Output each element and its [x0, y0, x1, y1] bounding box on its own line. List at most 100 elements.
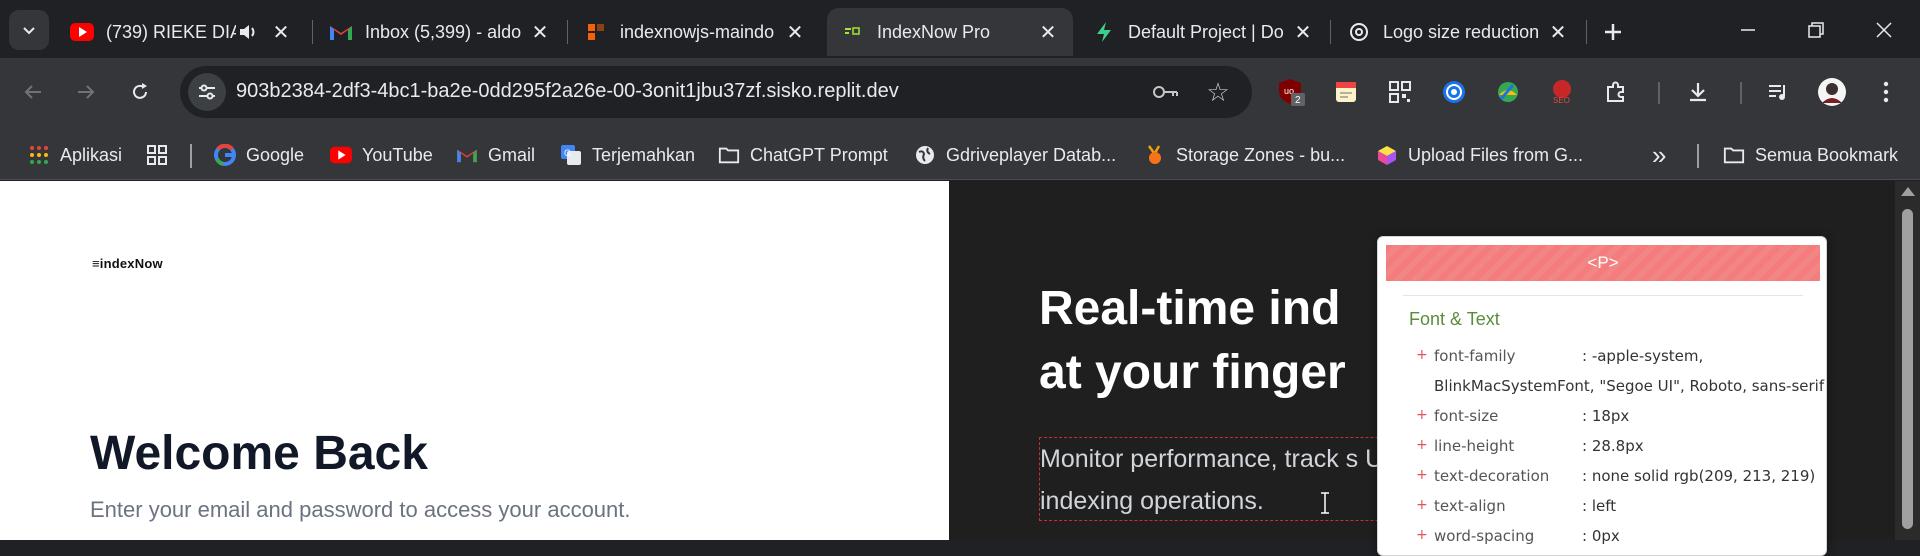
close-window-button[interactable]	[1862, 8, 1906, 52]
svg-text:SEO: SEO	[1553, 96, 1570, 105]
page-scrollbar[interactable]	[1895, 181, 1920, 540]
toolbar-separator	[1658, 82, 1660, 104]
openai-icon	[1347, 20, 1371, 44]
more-bookmarks-button[interactable]: »	[1652, 140, 1666, 170]
speaker-icon[interactable]	[236, 20, 260, 44]
profile-avatar[interactable]	[1816, 76, 1848, 108]
bookmark-label: YouTube	[362, 144, 433, 165]
tab-supabase[interactable]: Default Project | Do ✕	[1078, 8, 1328, 56]
tab-separator	[567, 20, 568, 44]
notes-extension-icon[interactable]	[1330, 76, 1362, 108]
seo-extension-icon[interactable]: SEO	[1546, 76, 1578, 108]
reload-button[interactable]	[120, 72, 160, 112]
page-viewport: ≡indexNow Welcome Back Enter your email …	[0, 181, 1920, 556]
youtube-icon	[70, 20, 94, 44]
expand-plus-icon[interactable]: +	[1416, 467, 1428, 483]
bookmark-label: Semua Bookmark	[1755, 144, 1899, 165]
tab-indexnow-pro[interactable]: IndexNow Pro ✕	[827, 8, 1073, 56]
minimize-button[interactable]	[1726, 8, 1770, 52]
url-text[interactable]: 903b2384-2df3-4bc1-ba2e-0dd295f2a26e-00-…	[236, 80, 899, 103]
arrow-right-icon	[78, 85, 95, 99]
css-property-name: text-align	[1434, 497, 1506, 515]
expand-plus-icon[interactable]: +	[1416, 527, 1428, 543]
tab-title: Logo size reduction	[1383, 21, 1540, 42]
login-panel: ≡indexNow Welcome Back Enter your email …	[0, 181, 949, 540]
welcome-heading: Welcome Back	[90, 427, 428, 480]
inspected-tag-label: <P>	[1386, 245, 1820, 281]
bookmark-chatgpt-prompt[interactable]: ChatGPT Prompt	[718, 140, 888, 170]
bookmark-separator	[1697, 144, 1699, 168]
back-button[interactable]	[13, 72, 53, 112]
close-icon[interactable]: ✕	[1292, 21, 1314, 44]
tab-chatgpt[interactable]: Logo size reduction ✕	[1333, 8, 1583, 56]
close-icon[interactable]: ✕	[1037, 21, 1059, 44]
tab-title: (739) RIEKE DIA	[106, 21, 236, 42]
expand-plus-icon[interactable]: +	[1416, 347, 1428, 363]
all-bookmarks-folder[interactable]: Semua Bookmark	[1723, 140, 1898, 170]
tab-indexnowjs[interactable]: indexnowjs-maindo ✕	[570, 8, 820, 56]
grid-icon	[146, 144, 168, 166]
close-icon[interactable]: ✕	[784, 21, 806, 44]
bookmark-star-icon[interactable]: ☆	[1202, 76, 1234, 108]
tab-gmail[interactable]: Inbox (5,399) - aldo ✕	[315, 8, 565, 56]
tune-icon	[199, 84, 215, 100]
expand-plus-icon[interactable]: +	[1416, 407, 1428, 423]
bookmark-upload-files[interactable]: Upload Files from G...	[1376, 140, 1583, 170]
ublock-extension-icon[interactable]: uo 2	[1276, 76, 1308, 108]
scroll-thumb[interactable]	[1902, 209, 1913, 529]
tab-youtube[interactable]: (739) RIEKE DIA ✕	[56, 8, 306, 56]
bookmark-label: Gdriveplayer Datab...	[946, 144, 1117, 165]
scroll-up-arrow[interactable]	[1901, 187, 1915, 196]
site-info-button[interactable]	[188, 73, 226, 111]
bookmark-gmail[interactable]: Gmail	[456, 140, 535, 170]
indexnow-logo[interactable]: ≡indexNow	[92, 256, 163, 271]
media-control-icon[interactable]	[1762, 76, 1794, 108]
qr-code-extension-icon[interactable]	[1384, 76, 1416, 108]
eye-dropper-extension-icon[interactable]	[1492, 76, 1524, 108]
address-bar[interactable]: 903b2384-2df3-4bc1-ba2e-0dd295f2a26e-00-…	[180, 66, 1252, 118]
bookmarks-bar: Aplikasi Google YouTube Gmail G Terjemah…	[0, 130, 1920, 180]
bookmark-translate[interactable]: G Terjemahkan	[560, 140, 695, 170]
close-icon	[1876, 22, 1892, 38]
extensions-puzzle-icon[interactable]	[1600, 76, 1632, 108]
bunny-icon	[1144, 144, 1166, 166]
chrome-menu-button[interactable]	[1870, 76, 1902, 108]
css-property-value: : 0px	[1582, 527, 1620, 545]
target-extension-icon[interactable]	[1438, 76, 1470, 108]
bookmark-label: Terjemahkan	[592, 144, 696, 165]
bookmark-google[interactable]: Google	[214, 140, 304, 170]
inspector-section-title: Font & Text	[1409, 309, 1500, 329]
translate-icon: G	[560, 144, 582, 166]
restore-icon	[1808, 22, 1824, 38]
folder-icon	[718, 144, 740, 166]
supabase-icon	[1092, 20, 1116, 44]
downloads-icon[interactable]	[1682, 76, 1714, 108]
bookmark-separator	[190, 144, 192, 168]
youtube-icon	[330, 144, 352, 166]
text-cursor-icon	[1319, 491, 1333, 515]
password-key-icon[interactable]	[1152, 78, 1180, 106]
expand-plus-icon[interactable]: +	[1416, 437, 1428, 453]
new-tab-button[interactable]	[1595, 14, 1631, 50]
close-icon[interactable]: ✕	[529, 21, 551, 44]
tab-search-button[interactable]	[9, 10, 49, 50]
arrow-left-icon	[24, 85, 41, 99]
tab-groups-button[interactable]	[146, 140, 178, 170]
close-icon[interactable]: ✕	[1547, 21, 1569, 44]
restore-button[interactable]	[1794, 8, 1838, 52]
bookmark-storage-zones[interactable]: Storage Zones - bu...	[1144, 140, 1345, 170]
bookmark-apps[interactable]: Aplikasi	[28, 140, 122, 170]
expand-plus-icon[interactable]: +	[1416, 497, 1428, 513]
css-property-value: : left	[1582, 497, 1617, 515]
close-icon[interactable]: ✕	[270, 21, 292, 44]
tab-separator	[1586, 20, 1587, 44]
bookmark-youtube[interactable]: YouTube	[330, 140, 433, 170]
forward-button[interactable]	[66, 72, 106, 112]
tab-separator	[1330, 20, 1331, 44]
bookmark-label: Storage Zones - bu...	[1176, 144, 1346, 165]
css-property-name: font-family	[1434, 347, 1516, 365]
bookmark-gdriveplayer[interactable]: Gdriveplayer Datab...	[914, 140, 1116, 170]
tab-strip: (739) RIEKE DIA ✕ Inbox (5,399) - aldo ✕…	[0, 0, 1920, 60]
bookmark-label: Google	[246, 144, 305, 165]
inspector-divider	[1403, 295, 1803, 296]
